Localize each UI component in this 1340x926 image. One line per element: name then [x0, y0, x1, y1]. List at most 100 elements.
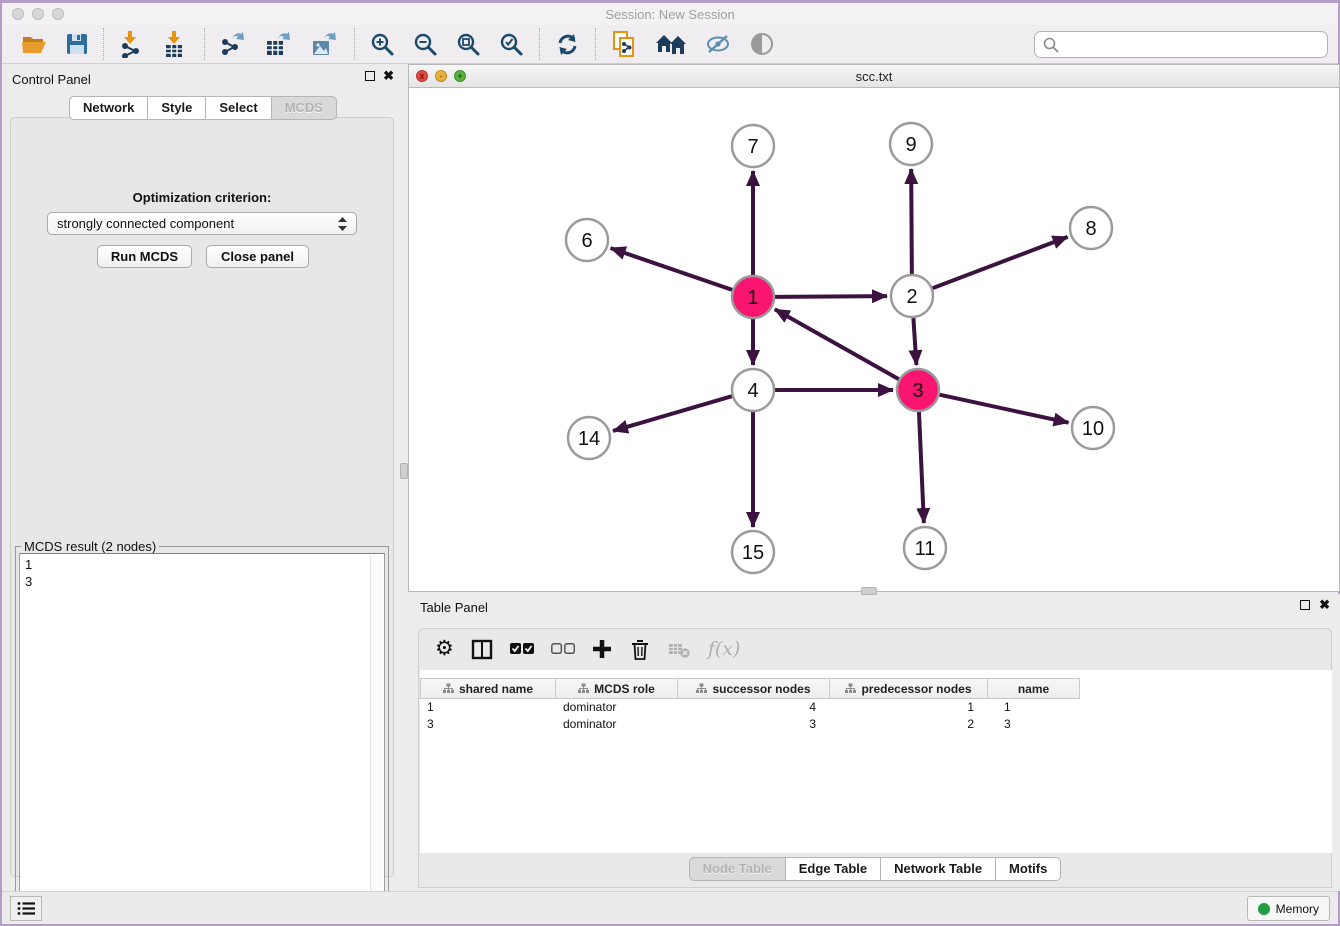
node-4[interactable]: 4	[732, 369, 774, 411]
float-panel-icon[interactable]	[365, 71, 375, 81]
zoom-fit-button[interactable]	[447, 27, 490, 61]
table-panel: Table Panel ✖ ⚙ f(x) shared nameMCDS rol…	[408, 594, 1340, 891]
result-scrollbar[interactable]	[370, 555, 383, 918]
node-15[interactable]: 15	[732, 531, 774, 573]
column-label: name	[1018, 682, 1049, 696]
tab-network[interactable]: Network	[69, 96, 148, 120]
edge-1-2[interactable]	[775, 296, 887, 297]
node-1[interactable]: 1	[732, 276, 774, 318]
eye-slash-icon	[705, 33, 732, 55]
search-input[interactable]	[1060, 35, 1327, 55]
columns-icon	[471, 639, 493, 660]
node-7[interactable]: 7	[732, 125, 774, 167]
column-header-successor-nodes[interactable]: successor nodes	[678, 679, 830, 698]
node-10[interactable]: 10	[1072, 407, 1114, 449]
tab-node-table[interactable]: Node Table	[689, 857, 786, 881]
edge-4-14[interactable]	[613, 396, 732, 431]
network-canvas[interactable]: 7 9 6 8 1 2 4 3 14 10 15 11	[409, 88, 1339, 591]
node-6[interactable]: 6	[566, 219, 608, 261]
optimization-criterion-select[interactable]: strongly connected component	[47, 212, 357, 235]
close-table-panel-icon[interactable]: ✖	[1319, 600, 1330, 610]
edge-2-9[interactable]	[911, 169, 912, 274]
node-9[interactable]: 9	[890, 123, 932, 165]
zoom-in-button[interactable]	[361, 27, 404, 61]
cell-predecessor-nodes[interactable]: 2	[830, 716, 988, 733]
table-mode-button[interactable]: ⚙	[435, 639, 454, 659]
export-table-button[interactable]	[256, 27, 302, 61]
close-panel-button[interactable]: Close panel	[206, 245, 309, 268]
vertical-splitter-handle[interactable]	[400, 463, 408, 479]
create-column-button[interactable]	[592, 639, 612, 659]
zoom-in-icon	[370, 32, 395, 57]
edge-3-11[interactable]	[919, 412, 924, 523]
export-network-button[interactable]	[211, 27, 256, 61]
column-header-predecessor-nodes[interactable]: predecessor nodes	[830, 679, 988, 698]
tab-motifs[interactable]: Motifs	[996, 857, 1061, 881]
export-image-button[interactable]	[302, 27, 348, 61]
table-toolbar: ⚙ f(x)	[419, 629, 1331, 669]
open-session-button[interactable]	[12, 27, 57, 61]
horizontal-splitter-handle[interactable]	[861, 587, 877, 595]
new-network-from-selection-button[interactable]	[602, 27, 647, 61]
node-2[interactable]: 2	[891, 275, 933, 317]
delete-table-button[interactable]	[668, 640, 691, 659]
node-11[interactable]: 11	[904, 527, 946, 569]
tab-mcds[interactable]: MCDS	[272, 96, 337, 120]
tab-network-table[interactable]: Network Table	[881, 857, 996, 881]
float-table-panel-icon[interactable]	[1300, 600, 1310, 610]
column-header-name[interactable]: name	[988, 679, 1080, 698]
cell-successor-nodes[interactable]: 3	[678, 716, 830, 733]
split-view-button[interactable]	[471, 639, 493, 660]
network-overview-button[interactable]	[647, 27, 696, 61]
import-table-button[interactable]	[154, 27, 198, 61]
run-mcds-button[interactable]: Run MCDS	[97, 245, 192, 268]
tab-style[interactable]: Style	[148, 96, 206, 120]
window-top-border	[0, 0, 1340, 3]
equation-builder-button[interactable]: f(x)	[708, 638, 741, 660]
cell-shared-name[interactable]: 3	[420, 716, 556, 733]
cell-name[interactable]: 1	[988, 699, 1080, 716]
mcds-result-textarea[interactable]: 1 3	[19, 553, 385, 920]
select-all-columns-button[interactable]	[510, 643, 534, 655]
cell-mcds-role[interactable]: dominator	[556, 699, 678, 716]
node-8[interactable]: 8	[1070, 207, 1112, 249]
node-3[interactable]: 3	[897, 369, 939, 411]
zoom-out-button[interactable]	[404, 27, 447, 61]
column-header-mcds-role[interactable]: MCDS role	[556, 679, 678, 698]
close-panel-icon[interactable]: ✖	[383, 71, 394, 81]
apply-layout-button[interactable]	[546, 27, 589, 61]
selected-option: strongly connected component	[57, 216, 234, 231]
column-header-shared-name[interactable]: shared name	[420, 679, 556, 698]
cell-predecessor-nodes[interactable]: 1	[830, 699, 988, 716]
show-all-button[interactable]	[741, 27, 783, 61]
memory-button[interactable]: Memory	[1247, 896, 1330, 921]
cell-mcds-role[interactable]: dominator	[556, 716, 678, 733]
cell-name[interactable]: 3	[988, 716, 1080, 733]
table-row[interactable]: 1dominator411	[420, 699, 1080, 716]
edge-3-10[interactable]	[939, 395, 1068, 423]
node-14[interactable]: 14	[568, 417, 610, 459]
edge-1-6[interactable]	[611, 248, 733, 290]
edge-3-1[interactable]	[775, 309, 899, 379]
table-row[interactable]: 3dominator323	[420, 716, 1080, 733]
save-session-button[interactable]	[57, 27, 97, 61]
cell-shared-name[interactable]: 1	[420, 699, 556, 716]
delete-columns-button[interactable]	[629, 638, 651, 661]
gear-icon: ⚙	[435, 639, 454, 659]
column-label: MCDS role	[594, 682, 655, 696]
houses-icon	[656, 33, 687, 55]
tab-select[interactable]: Select	[206, 96, 271, 120]
cell-successor-nodes[interactable]: 4	[678, 699, 830, 716]
import-network-button[interactable]	[110, 27, 154, 61]
app-window: Session: New Session Control Panel	[0, 0, 1340, 926]
hide-selected-button[interactable]	[696, 27, 741, 61]
deselect-all-columns-button[interactable]	[551, 643, 575, 655]
main-toolbar	[2, 25, 1338, 64]
edge-2-8[interactable]	[933, 237, 1068, 288]
zoom-selected-button[interactable]	[490, 27, 533, 61]
edge-2-3[interactable]	[913, 318, 916, 365]
tab-edge-table[interactable]: Edge Table	[786, 857, 881, 881]
network-window-titlebar[interactable]: x - + scc.txt	[409, 65, 1339, 88]
column-label: successor nodes	[712, 682, 810, 696]
task-history-button[interactable]	[10, 896, 42, 921]
